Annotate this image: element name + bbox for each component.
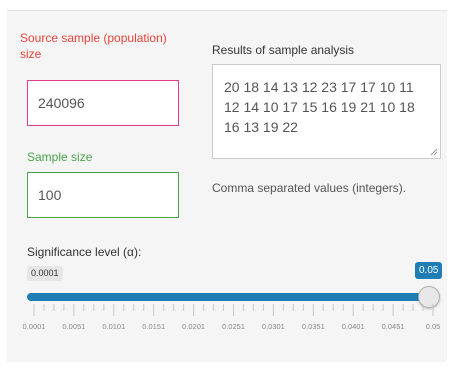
slider-tick-label: 0.0351: [301, 322, 325, 331]
slider-tick-label: 0.0401: [341, 322, 365, 331]
results-help-text: Comma separated values (integers).: [212, 181, 407, 195]
slider-tick-label: 0.0251: [222, 322, 245, 331]
slider-tick-label: 0.0151: [142, 322, 166, 331]
slider-tick-label: 0.0101: [102, 322, 126, 331]
source-size-label: Source sample (population) size: [20, 31, 167, 61]
sample-size-input[interactable]: 100: [27, 172, 179, 218]
sample-size-label: Sample size: [27, 150, 93, 164]
slider-tick-label: 0.05: [425, 322, 441, 331]
source-size-input[interactable]: 240096: [27, 80, 179, 126]
results-textarea[interactable]: 20 18 14 13 12 23 17 17 10 11 12 14 10 1…: [212, 64, 441, 159]
slider-value-badge: 0.05: [415, 262, 443, 279]
significance-label: Significance level (α):: [27, 245, 142, 259]
results-text: 20 18 14 13 12 23 17 17 10 11 12 14 10 1…: [224, 79, 415, 135]
slider-handle[interactable]: [418, 286, 440, 308]
slider-tick-label: 0.0451: [381, 322, 405, 331]
slider-min-badge: 0.0001: [27, 266, 63, 281]
slider-tick-label: 0.0051: [62, 322, 86, 331]
results-label: Results of sample analysis: [212, 43, 355, 57]
slider-tick-label: 0.0201: [182, 322, 206, 331]
slider-tick-label: 0.0301: [261, 322, 285, 331]
resize-grip-icon[interactable]: [430, 148, 438, 156]
slider-tick-label: 0.0001: [22, 322, 46, 331]
slider-track[interactable]: [27, 293, 429, 301]
